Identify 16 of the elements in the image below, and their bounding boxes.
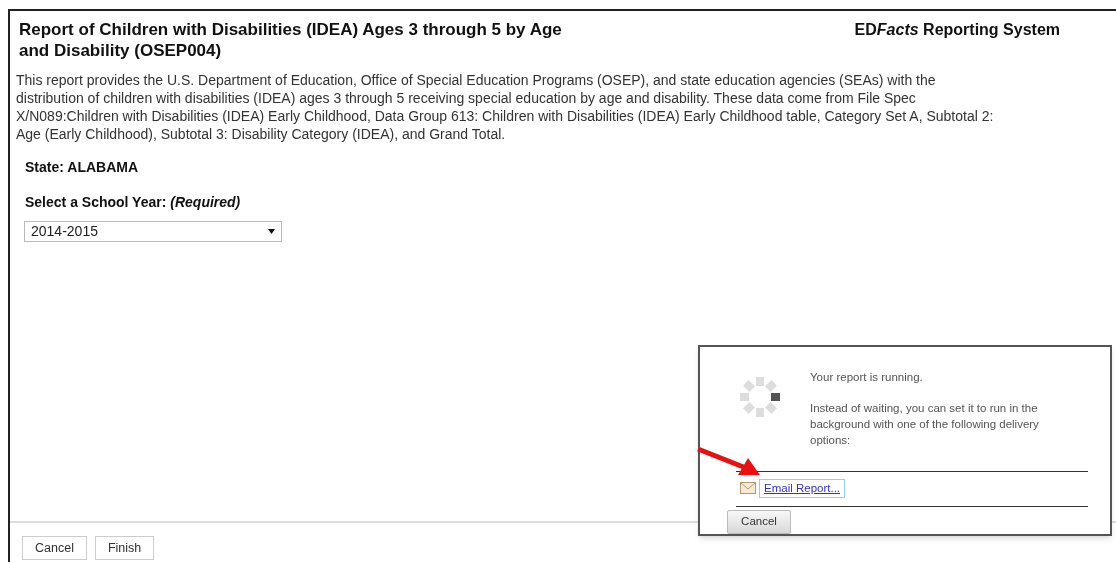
email-report-link[interactable]: Email Report... [759, 479, 846, 499]
delivery-options-text: Instead of waiting, you can set it to run in the background with one of the following delivery options: [810, 401, 1040, 448]
footer-button[interactable]: Cancel [22, 536, 87, 560]
school-year-dropdown[interactable]: 2014-2015 [24, 221, 282, 242]
pointer-arrow-drawing [696, 446, 762, 476]
report-description: This report provides the U.S. Department of Education, Office of Special Education Programs (OSEP), and state education agencies (SEAs) with the distribution of children with disabilities (IDEA) ages 3 through 5 receiving special education by age and disability. These data come from File Spec X/N089:Children with Disabilities (IDEA) Early Childhood, Data Group 613: Children with Disabilities (IDEA) Early Childhood table, Category Set A, Subtotal 2: Age (Early Childhood), Subtotal 3: Disability Category (IDEA), and Grand Total. [15, 71, 995, 143]
cancel-button[interactable]: Cancel [727, 510, 791, 534]
status-message: Your report is running. [810, 370, 923, 385]
report-title: Report of Children with Disabilities (IDEA) Ages 3 through 5 by Age and Disability (OSEP004) [19, 19, 563, 61]
loading-spinner-icon [738, 375, 782, 419]
caret-icon [268, 229, 275, 234]
state-label: State: ALABAMA [25, 158, 140, 177]
footer-button[interactable]: Finish [94, 536, 155, 560]
school-year-label: Select a School Year: (Required) [25, 193, 242, 212]
system-name: EDFacts Reporting System [854, 20, 1060, 40]
envelope-icon [740, 482, 756, 494]
